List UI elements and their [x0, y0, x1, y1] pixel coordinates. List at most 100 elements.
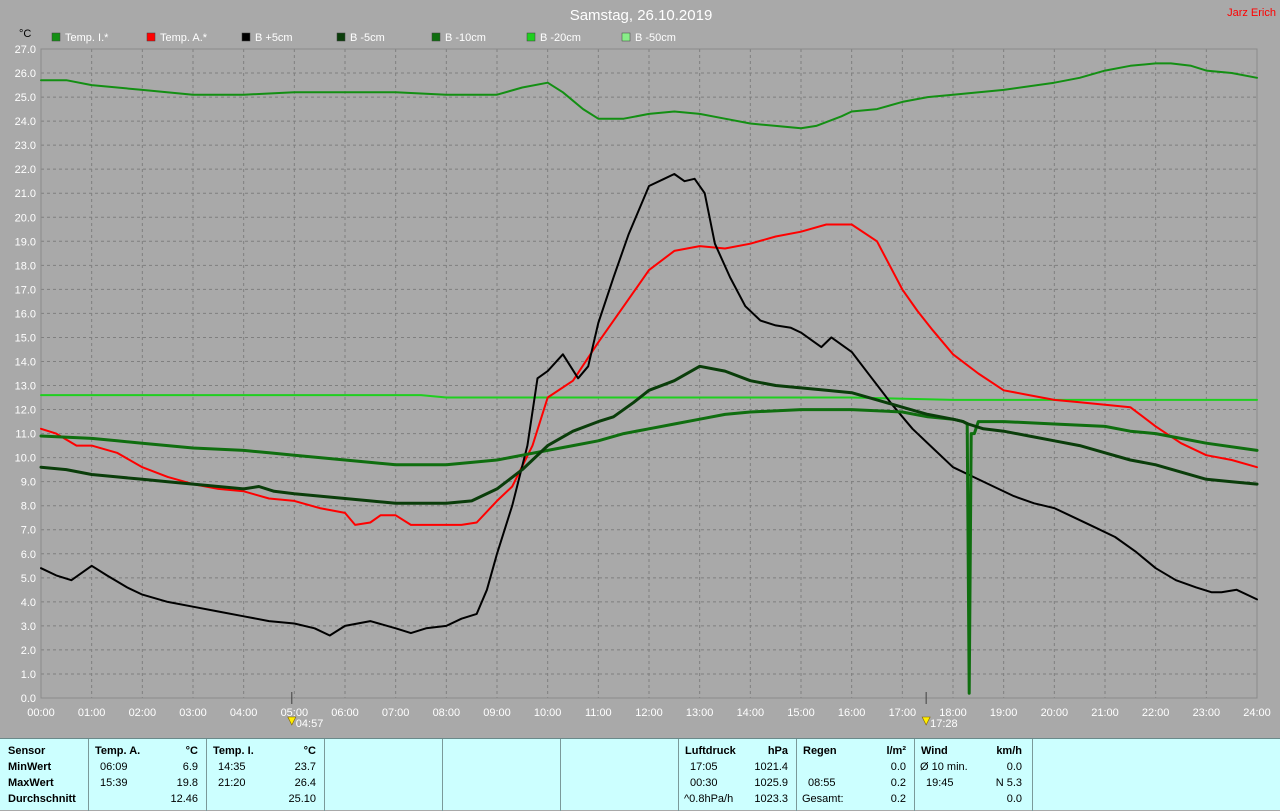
temp-a-max-time: 15:39: [100, 777, 128, 789]
wind-max-value: N 5.3: [995, 777, 1022, 789]
temp-i-header: Temp. I.: [213, 745, 254, 757]
x-tick-label: 11:00: [585, 707, 612, 719]
rain-total-label: Gesamt:: [802, 793, 844, 805]
y-tick-label: 27.0: [15, 44, 36, 56]
x-tick-label: 06:00: [331, 707, 359, 719]
x-tick-label: 16:00: [838, 707, 866, 719]
y-tick-label: 17.0: [15, 284, 36, 296]
x-tick-label: 03:00: [179, 707, 207, 719]
rain-current-value: 0.0: [890, 761, 906, 773]
row-label-max: MaxWert: [8, 777, 54, 789]
pressure-unit: hPa: [767, 745, 788, 757]
wind-header: Wind: [921, 745, 948, 757]
legend-swatch: [526, 32, 536, 42]
sunset-label: 17:28: [930, 718, 958, 730]
column-divider: [796, 739, 797, 811]
temp-a-unit: °C: [185, 745, 198, 757]
y-tick-label: 11.0: [15, 429, 36, 441]
legend-swatch: [431, 32, 441, 42]
temperature-chart: 0.0 1.0 2.0 3.0 4.0 5.0 6.0 7.0 8.0 9.0 10.0 11.0 12…: [0, 0, 1280, 738]
x-tick-label: 15:00: [787, 707, 815, 719]
y-tick-label: 6.0: [21, 549, 36, 561]
x-tick-label: 13:00: [686, 707, 714, 719]
rain-unit: l/m²: [886, 745, 906, 757]
y-tick-label: 1.0: [21, 669, 36, 681]
y-tick-label: 8.0: [21, 501, 36, 513]
row-label-avg: Durchschnitt: [8, 793, 76, 805]
y-tick-label: 26.0: [15, 68, 36, 80]
y-tick-label: 4.0: [21, 597, 36, 609]
y-tick-label: 21.0: [15, 188, 36, 200]
rain-header: Regen: [803, 745, 837, 757]
y-tick-label: 13.0: [15, 381, 36, 393]
x-tick-label: 07:00: [382, 707, 410, 719]
x-tick-label: 09:00: [483, 707, 511, 719]
x-tick-label: 02:00: [129, 707, 157, 719]
temp-i-unit: °C: [303, 745, 316, 757]
sunrise-label: 04:57: [296, 718, 324, 730]
chart-background: [0, 0, 1280, 738]
legend-swatch: [621, 32, 631, 42]
column-divider: [914, 739, 915, 811]
legend-swatch: [51, 32, 61, 42]
y-tick-label: 19.0: [15, 236, 36, 248]
pressure-trend: ^0.8hPa/h: [684, 793, 734, 805]
author-label: Jarz Erich: [1227, 7, 1276, 19]
legend-label: B -10cm: [445, 32, 486, 44]
x-tick-label: 04:00: [230, 707, 258, 719]
temp-i-min-time: 14:35: [218, 761, 246, 773]
rain-total-value: 0.2: [890, 793, 906, 805]
temp-a-max-value: 19.8: [176, 777, 198, 789]
y-axis-unit: °C: [19, 28, 31, 40]
y-tick-label: 9.0: [21, 477, 36, 489]
legend-label: B -20cm: [540, 32, 581, 44]
temp-i-min-value: 23.7: [294, 761, 316, 773]
legend-label: Temp. I.*: [65, 32, 109, 44]
legend-label: B -5cm: [350, 32, 385, 44]
x-tick-label: 17:00: [889, 707, 917, 719]
legend-label: B -50cm: [635, 32, 676, 44]
column-divider: [1032, 739, 1033, 811]
temp-a-min-time: 06:09: [100, 761, 128, 773]
legend-label: Temp. A.*: [160, 32, 208, 44]
pressure-max-time: 00:30: [690, 777, 718, 789]
x-tick-label: 08:00: [433, 707, 461, 719]
x-tick-label: 22:00: [1142, 707, 1170, 719]
column-divider: [206, 739, 207, 811]
temp-i-avg-value: 25.10: [288, 793, 316, 805]
column-divider: [678, 739, 679, 811]
temp-a-min-value: 6.9: [182, 761, 198, 773]
rain-max-time: 08:55: [808, 777, 836, 789]
x-tick-label: 24:00: [1243, 707, 1271, 719]
temp-a-header: Temp. A.: [95, 745, 141, 757]
temp-i-max-time: 21:20: [218, 777, 246, 789]
legend-label: B +5cm: [255, 32, 293, 44]
chart-title: Samstag, 26.10.2019: [570, 7, 713, 24]
column-divider: [88, 739, 89, 811]
wind-unit: km/h: [996, 745, 1022, 757]
x-tick-label: 23:00: [1193, 707, 1221, 719]
column-divider: [324, 739, 325, 811]
pressure-min-time: 17:05: [690, 761, 718, 773]
pressure-avg-value: 1023.3: [754, 793, 788, 805]
wind-max-time: 19:45: [926, 777, 954, 789]
y-tick-label: 12.0: [15, 405, 36, 417]
wind-avg-value: 0.0: [1006, 761, 1022, 773]
column-divider: [560, 739, 561, 811]
y-tick-label: 24.0: [15, 116, 36, 128]
y-tick-label: 0.0: [21, 693, 36, 705]
temp-i-max-value: 26.4: [294, 777, 316, 789]
x-tick-label: 20:00: [1041, 707, 1069, 719]
wind-avg-label: Ø 10 min.: [920, 761, 968, 773]
temp-a-avg-value: 12.46: [170, 793, 198, 805]
y-tick-label: 5.0: [21, 573, 36, 585]
rain-max-value: 0.2: [890, 777, 906, 789]
sensor-header: Sensor: [8, 745, 46, 757]
y-tick-label: 18.0: [15, 260, 36, 272]
pressure-header: Luftdruck: [685, 745, 736, 757]
y-tick-label: 23.0: [15, 140, 36, 152]
x-tick-label: 01:00: [78, 707, 106, 719]
legend-swatch: [241, 32, 251, 42]
y-tick-label: 14.0: [15, 356, 36, 368]
y-tick-label: 3.0: [21, 621, 36, 633]
